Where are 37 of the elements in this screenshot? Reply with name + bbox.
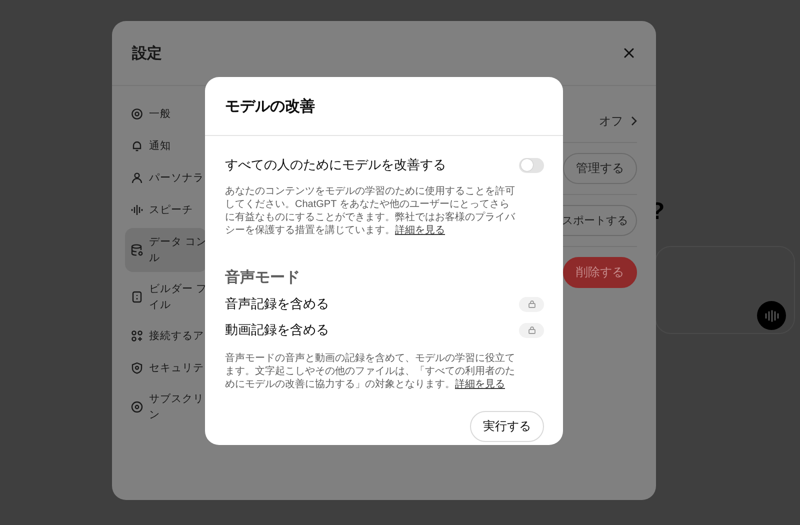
- modal-title: モデルの改善: [225, 96, 315, 116]
- sidebar-item[interactable]: セキュリテ: [125, 354, 210, 382]
- delete-button[interactable]: 削除する: [563, 257, 637, 288]
- learn-more-link[interactable]: 詳細を見る: [455, 379, 505, 390]
- id-card-icon: [131, 291, 143, 303]
- description-text: あなたのコンテンツをモデルの学習のために使用することを許可してください。ChatGPT をあなたや他のユーザーにとってさらに有益なものにすることができます。弊社ではお客様のプライバシーを保護する措置を講じています。詳細を見る: [225, 185, 516, 237]
- run-button[interactable]: 実行する: [470, 411, 544, 442]
- note-text: 音声モードの音声と動画の記録を含めて、モデルの学習に役立てます。文字起こしやその他のファイルは、「すべての利用者のためにモデルの改善に協力する」の対象となります。詳細を見る: [225, 352, 516, 391]
- sidebar-item[interactable]: 通知: [125, 132, 177, 160]
- gear-icon: [131, 108, 143, 120]
- sidebar-item[interactable]: サブスクリ ン: [125, 386, 210, 428]
- apps-icon: [131, 330, 143, 342]
- setting-label: 音声記録を含める: [225, 295, 329, 313]
- database-icon: [131, 244, 143, 256]
- close-icon[interactable]: [624, 48, 634, 58]
- lock-icon: [528, 326, 536, 334]
- setting-label: すべての人のためにモデルを改善する: [225, 156, 446, 174]
- shield-icon: [131, 362, 143, 374]
- section-heading: 音声モード: [225, 268, 301, 287]
- learn-more-link[interactable]: 詳細を見る: [395, 225, 445, 236]
- sidebar-item[interactable]: 接続するア: [125, 322, 210, 350]
- sidebar-item[interactable]: パーソナラ: [125, 164, 210, 192]
- person-icon: [131, 172, 143, 184]
- toggle-switch[interactable]: [519, 158, 544, 172]
- dialog-title: 設定: [132, 44, 162, 62]
- sidebar-item[interactable]: 一般: [125, 100, 177, 128]
- chevron-right-icon: [631, 116, 637, 126]
- waveform-icon: [764, 310, 778, 322]
- setting-value-link[interactable]: オフ: [599, 112, 637, 130]
- prompt-input-card[interactable]: [655, 246, 795, 334]
- bell-icon: [131, 140, 143, 152]
- sidebar-item[interactable]: スピーチ: [125, 196, 199, 224]
- sidebar-item[interactable]: ビルダー フ イル: [125, 276, 213, 318]
- badge-icon: [131, 401, 143, 413]
- lock-icon: [528, 300, 536, 308]
- waveform-icon: [131, 204, 143, 216]
- setting-label: 動画記録を含める: [225, 321, 329, 339]
